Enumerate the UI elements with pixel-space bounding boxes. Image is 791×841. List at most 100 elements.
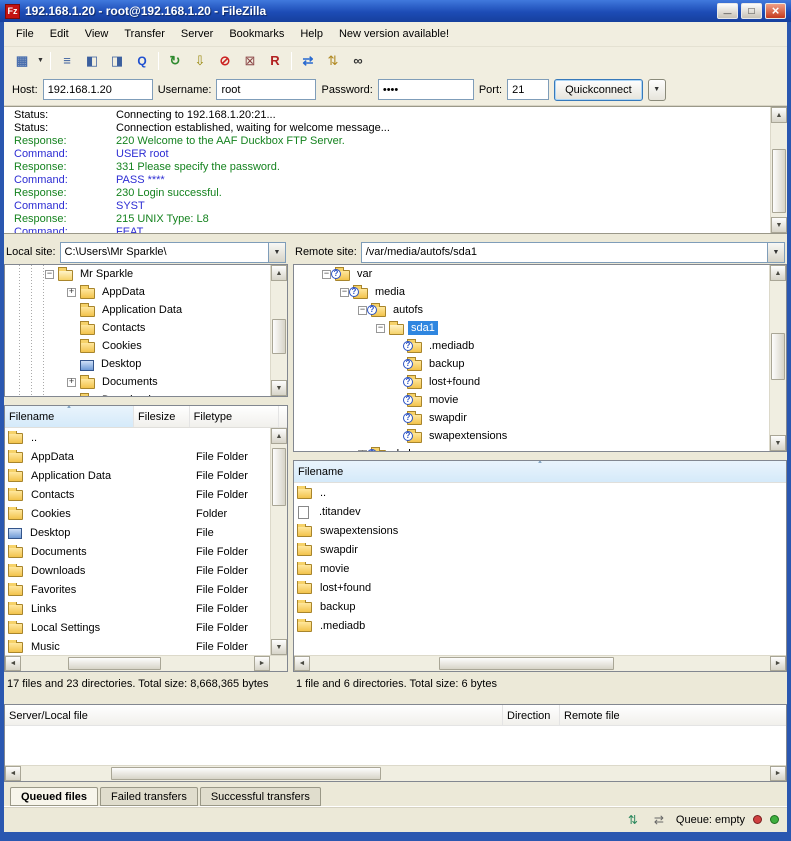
- scroll-left-icon[interactable]: ◄: [5, 766, 21, 781]
- column-header-server-local-file[interactable]: Server/Local file: [5, 705, 503, 725]
- file-row[interactable]: DocumentsFile Folder: [5, 542, 287, 561]
- scroll-down-icon[interactable]: ▼: [271, 639, 287, 655]
- username-input[interactable]: [216, 79, 316, 100]
- file-row[interactable]: CookiesFolder: [5, 504, 287, 523]
- collapse-icon[interactable]: [358, 306, 367, 315]
- local-site-combobox[interactable]: C:\Users\Mr Sparkle\ ▼: [60, 242, 286, 263]
- directory-comparison-icon[interactable]: ⇄: [296, 50, 320, 72]
- file-row[interactable]: ..: [294, 483, 786, 502]
- remote-list-horizontal-scrollbar[interactable]: ◄ ►: [294, 655, 786, 671]
- remote-site-combobox[interactable]: /var/media/autofs/sda1 ▼: [361, 242, 785, 263]
- toggle-log-icon[interactable]: ≡: [55, 50, 79, 72]
- title-bar[interactable]: Fz 192.168.1.20 - root@192.168.1.20 - Fi…: [0, 0, 791, 22]
- close-button[interactable]: [765, 3, 786, 19]
- collapse-icon[interactable]: [45, 270, 54, 279]
- scroll-up-icon[interactable]: ▲: [271, 428, 287, 444]
- synchronized-browsing-icon[interactable]: ⇅: [321, 50, 345, 72]
- menu-file[interactable]: File: [8, 24, 42, 44]
- password-input[interactable]: [378, 79, 474, 100]
- scrollbar-thumb[interactable]: [439, 657, 614, 670]
- scroll-up-icon[interactable]: ▲: [771, 107, 787, 123]
- scrollbar-thumb[interactable]: [111, 767, 381, 780]
- tab-successful-transfers[interactable]: Successful transfers: [200, 787, 321, 806]
- log-scrollbar[interactable]: ▲ ▼: [770, 107, 787, 233]
- file-row[interactable]: lost+found: [294, 578, 786, 597]
- file-row[interactable]: .mediadb: [294, 616, 786, 635]
- remote-tree-scrollbar[interactable]: ▲ ▼: [769, 265, 786, 451]
- expand-icon[interactable]: [358, 450, 367, 453]
- file-row[interactable]: Local SettingsFile Folder: [5, 618, 287, 637]
- local-list-scrollbar[interactable]: ▲ ▼: [270, 428, 287, 655]
- tab-queued-files[interactable]: Queued files: [10, 787, 98, 806]
- scroll-left-icon[interactable]: ◄: [294, 656, 310, 671]
- local-tree-item-downloads[interactable]: Downloads: [5, 391, 287, 397]
- file-row[interactable]: ..: [5, 428, 287, 447]
- local-list-horizontal-scrollbar[interactable]: ◄ ►: [5, 655, 287, 671]
- queue-horizontal-scrollbar[interactable]: ◄ ►: [5, 765, 786, 781]
- site-manager-icon[interactable]: ▦: [10, 50, 34, 72]
- scroll-down-icon[interactable]: ▼: [271, 380, 287, 396]
- scroll-right-icon[interactable]: ►: [770, 656, 786, 671]
- menu-new-version[interactable]: New version available!: [331, 24, 457, 44]
- menu-help[interactable]: Help: [292, 24, 331, 44]
- scroll-up-icon[interactable]: ▲: [770, 265, 786, 281]
- menu-view[interactable]: View: [77, 24, 117, 44]
- file-row[interactable]: swapextensions: [294, 521, 786, 540]
- local-tree-item-cookies[interactable]: Cookies: [5, 337, 287, 355]
- local-tree-item-contacts[interactable]: Contacts: [5, 319, 287, 337]
- remote-tree-item-movie[interactable]: movie: [294, 391, 786, 409]
- column-header-filesize[interactable]: Filesize: [134, 406, 190, 427]
- site-manager-dropdown-icon[interactable]: ▼: [35, 50, 46, 72]
- scrollbar-thumb[interactable]: [771, 333, 785, 379]
- remote-tree-item-lost-found[interactable]: lost+found: [294, 373, 786, 391]
- local-tree-item-mr-sparkle[interactable]: Mr Sparkle: [5, 265, 287, 283]
- horizontal-splitter[interactable]: [293, 452, 787, 460]
- expand-icon[interactable]: [67, 378, 76, 387]
- local-tree-scrollbar[interactable]: ▲ ▼: [270, 265, 287, 396]
- menu-transfer[interactable]: Transfer: [116, 24, 173, 44]
- scrollbar-thumb[interactable]: [772, 149, 786, 213]
- process-queue-icon[interactable]: ⇩: [188, 50, 212, 72]
- toggle-remote-tree-icon[interactable]: ◨: [105, 50, 129, 72]
- scroll-right-icon[interactable]: ►: [254, 656, 270, 671]
- local-tree-item-desktop[interactable]: Desktop: [5, 355, 287, 373]
- file-row[interactable]: movie: [294, 559, 786, 578]
- chevron-down-icon[interactable]: ▼: [268, 243, 285, 262]
- cancel-icon[interactable]: ⊘: [213, 50, 237, 72]
- scroll-up-icon[interactable]: ▲: [271, 265, 287, 281]
- scroll-right-icon[interactable]: ►: [770, 766, 786, 781]
- scrollbar-thumb[interactable]: [272, 319, 286, 355]
- column-header-filename[interactable]: Filename: [294, 461, 786, 482]
- file-row[interactable]: Application DataFile Folder: [5, 466, 287, 485]
- collapse-icon[interactable]: [376, 324, 385, 333]
- file-row[interactable]: ContactsFile Folder: [5, 485, 287, 504]
- file-row[interactable]: LinksFile Folder: [5, 599, 287, 618]
- remote-tree-item-autofs[interactable]: autofs: [294, 301, 786, 319]
- remote-tree-item-mediadb[interactable]: .mediadb: [294, 337, 786, 355]
- refresh-icon[interactable]: ↻: [163, 50, 187, 72]
- remote-tree-item-backup[interactable]: backup: [294, 355, 786, 373]
- minimize-button[interactable]: [717, 3, 738, 19]
- file-row[interactable]: MusicFile Folder: [5, 637, 287, 655]
- find-files-icon[interactable]: ∞: [346, 50, 370, 72]
- menu-server[interactable]: Server: [173, 24, 221, 44]
- scrollbar-thumb[interactable]: [272, 448, 286, 507]
- remote-tree-item-var[interactable]: var: [294, 265, 786, 283]
- file-row[interactable]: .titandev: [294, 502, 786, 521]
- column-header-remote-file[interactable]: Remote file: [560, 705, 786, 725]
- quickconnect-dropdown-icon[interactable]: ▼: [648, 79, 666, 101]
- file-row[interactable]: AppDataFile Folder: [5, 447, 287, 466]
- scroll-left-icon[interactable]: ◄: [5, 656, 21, 671]
- local-tree-item-appdata[interactable]: AppData: [5, 283, 287, 301]
- file-row[interactable]: backup: [294, 597, 786, 616]
- remote-tree-item-media[interactable]: media: [294, 283, 786, 301]
- port-input[interactable]: [507, 79, 549, 100]
- horizontal-splitter[interactable]: [4, 397, 288, 405]
- menu-edit[interactable]: Edit: [42, 24, 77, 44]
- file-row[interactable]: DesktopFile: [5, 523, 287, 542]
- column-header-filename[interactable]: Filename: [5, 406, 134, 427]
- host-input[interactable]: [43, 79, 153, 100]
- tab-failed-transfers[interactable]: Failed transfers: [100, 787, 198, 806]
- column-header-filetype[interactable]: Filetype: [190, 406, 279, 427]
- disconnect-icon[interactable]: ⊠: [238, 50, 262, 72]
